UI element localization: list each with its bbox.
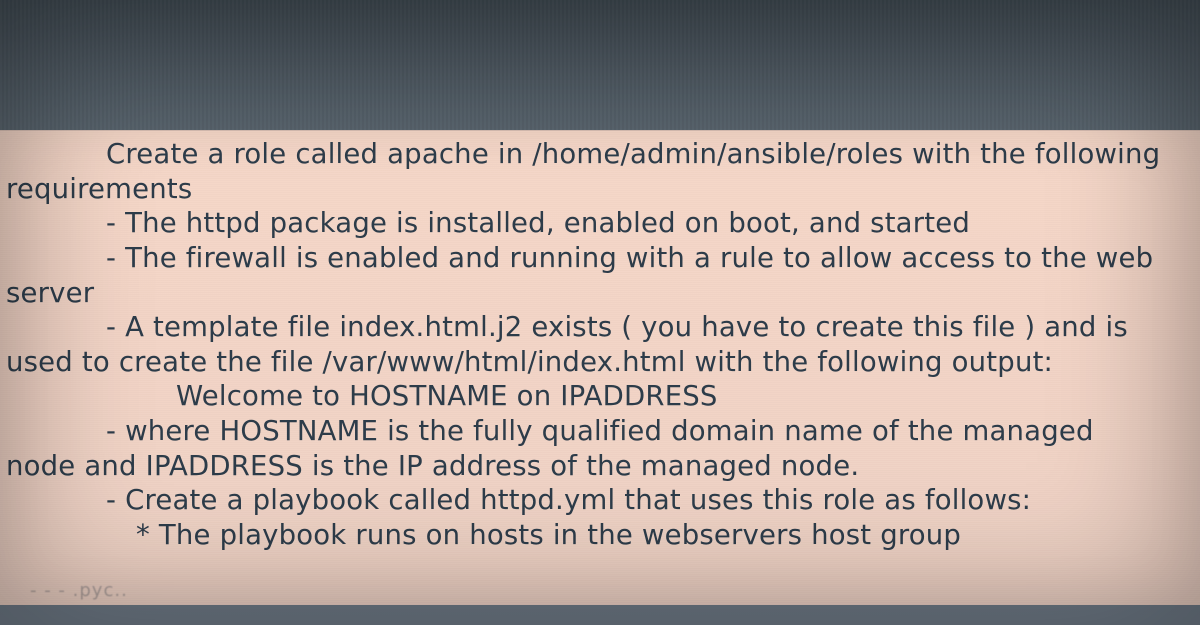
text-line: - Create a playbook called httpd.yml tha… <box>6 483 1194 518</box>
document-body: Create a role called apache in /home/adm… <box>0 130 1200 605</box>
background-top <box>0 0 1200 130</box>
text-line: requirements <box>6 172 1194 207</box>
text-line: used to create the file /var/www/html/in… <box>6 345 1194 380</box>
text-line: * The playbook runs on hosts in the webs… <box>6 518 1194 553</box>
text-line: - where HOSTNAME is the fully qualified … <box>6 414 1194 449</box>
text-line: Create a role called apache in /home/adm… <box>6 137 1194 172</box>
text-line: - The httpd package is installed, enable… <box>6 206 1194 241</box>
footer-noise: - - - .pyc.. <box>30 580 128 603</box>
text-span: - Create a playbook called httpd.yml tha… <box>106 484 1031 516</box>
text-line: Welcome to HOSTNAME on IPADDRESS <box>6 379 1194 414</box>
text-line: - A template file index.html.j2 exists (… <box>6 310 1194 345</box>
text-line: node and IPADDRESS is the IP address of … <box>6 449 1194 484</box>
text-line: server <box>6 276 1194 311</box>
text-line: - The firewall is enabled and running wi… <box>6 241 1194 276</box>
